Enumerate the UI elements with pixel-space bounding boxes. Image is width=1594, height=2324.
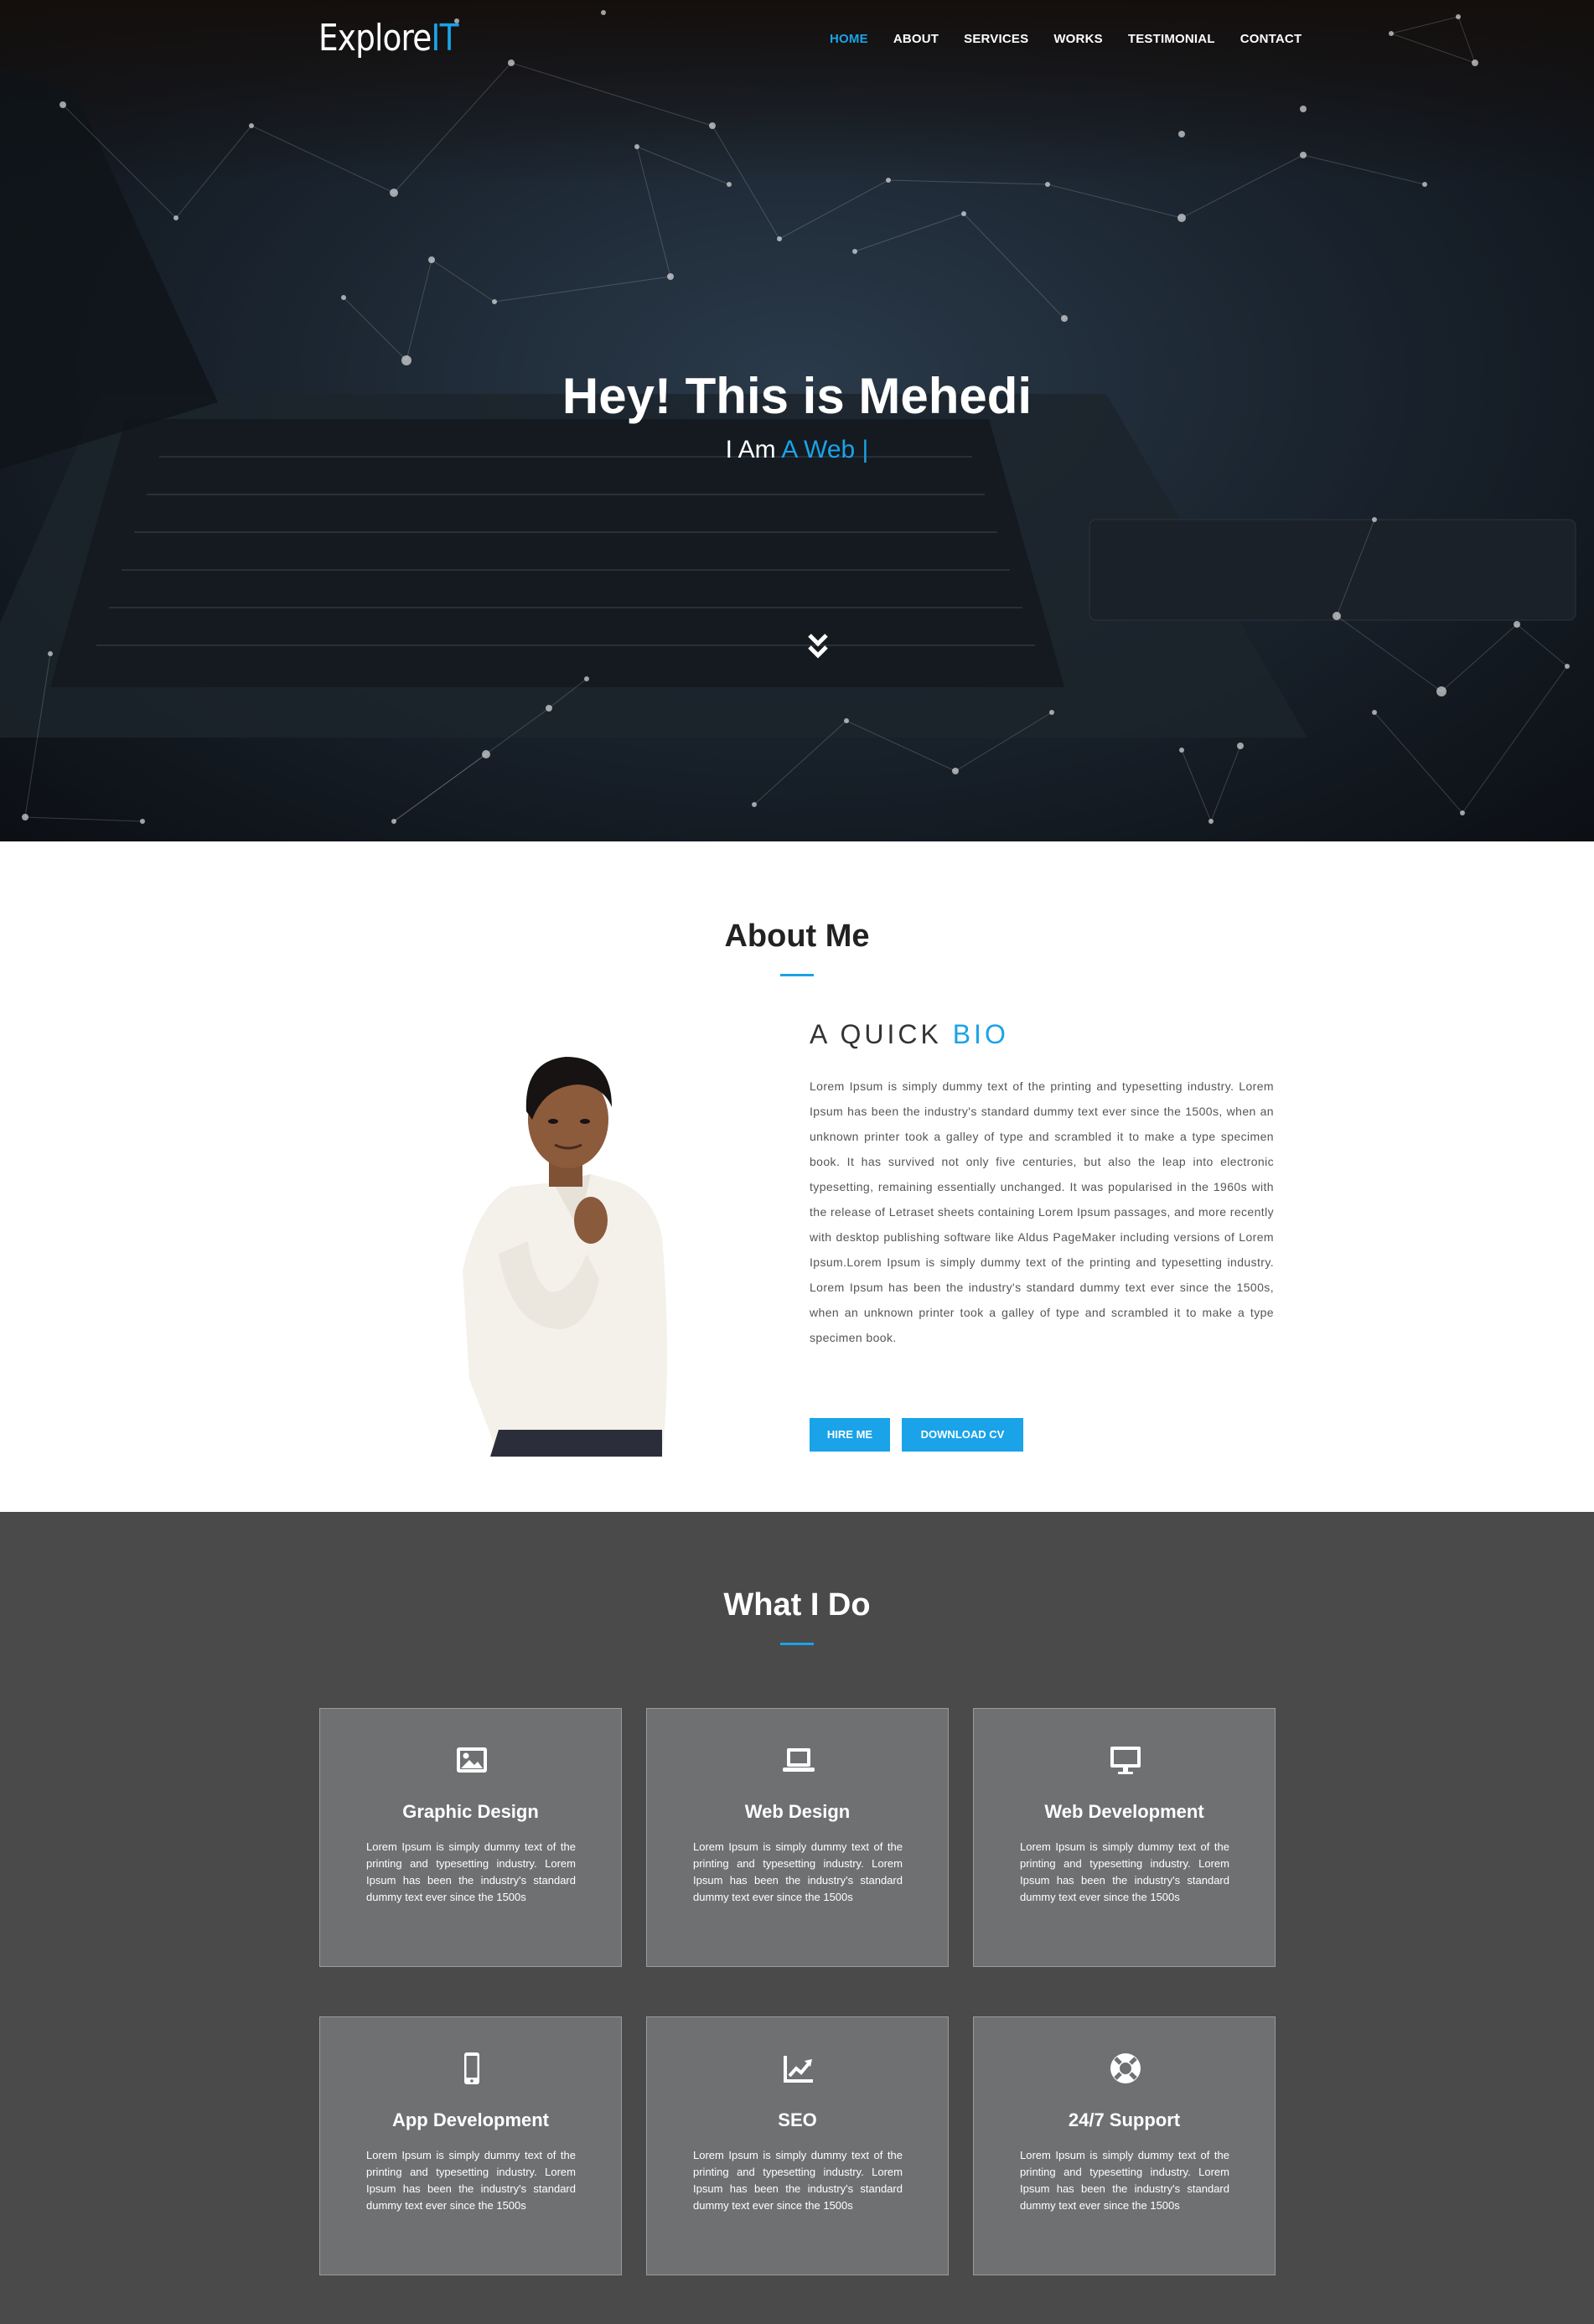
service-title: Graphic Design	[402, 1801, 539, 1822]
services-title: What I Do	[723, 1587, 871, 1623]
service-title: Web Development	[1044, 1801, 1204, 1822]
service-description: Lorem Ipsum is simply dummy text of the …	[366, 1840, 576, 1903]
bio-heading-accent: BIO	[952, 1019, 1009, 1049]
double-chevron-down-icon[interactable]	[807, 633, 829, 661]
service-title: App Development	[391, 2109, 550, 2130]
service-title: Web Design	[744, 1801, 851, 1822]
about-section: About Me A QUICK BIO Lorem Ipsum is simp…	[0, 841, 1594, 1512]
mobile-icon	[464, 2052, 479, 2084]
bio-paragraph: Lorem Ipsum is simply dummy text of the …	[810, 1079, 1274, 1344]
nav-testimonial[interactable]: TESTIMONIAL	[1128, 32, 1215, 46]
hero-title: Hey! This is Mehedi	[562, 368, 1032, 424]
service-card-web-design[interactable]: Web Design Lorem Ipsum is simply dummy t…	[646, 1708, 949, 1967]
services-title-underline	[780, 1643, 814, 1645]
service-description: Lorem Ipsum is simply dummy text of the …	[1020, 1840, 1229, 1903]
about-title: About Me	[724, 919, 870, 954]
site-logo[interactable]: ExploreIT	[318, 17, 458, 60]
profile-photo	[463, 1057, 667, 1457]
service-description: Lorem Ipsum is simply dummy text of the …	[1020, 2149, 1229, 2212]
about-title-underline	[780, 974, 814, 976]
nav-services[interactable]: SERVICES	[964, 32, 1028, 46]
service-card-app-development[interactable]: App Development Lorem Ipsum is simply du…	[319, 2016, 622, 2275]
image-icon	[457, 1747, 487, 1773]
service-card-graphic-design[interactable]: Graphic Design Lorem Ipsum is simply dum…	[319, 1708, 622, 1967]
hire-me-button[interactable]: HIRE ME	[810, 1418, 890, 1452]
service-description: Lorem Ipsum is simply dummy text of the …	[693, 2149, 903, 2212]
services-section: What I Do Graphic Design Lorem Ipsum is …	[0, 1512, 1594, 2324]
hero-section: ExploreIT HOME ABOUT SERVICES WORKS TEST…	[0, 0, 1594, 841]
service-description: Lorem Ipsum is simply dummy text of the …	[693, 1840, 903, 1903]
bio-heading: A QUICK BIO	[810, 1019, 1009, 1050]
desktop-icon	[1110, 1747, 1141, 1774]
service-card-support[interactable]: 24/7 Support Lorem Ipsum is simply dummy…	[973, 2016, 1276, 2275]
nav-home[interactable]: HOME	[830, 32, 868, 46]
logo-accent-text: IT	[431, 17, 458, 60]
download-cv-button[interactable]: DOWNLOAD CV	[902, 1418, 1023, 1452]
hero-subtitle: I Am A Web |	[0, 436, 1594, 464]
logo-main-text: Explore	[318, 17, 432, 60]
chart-line-icon	[784, 2056, 813, 2083]
laptop-icon	[783, 1748, 815, 1772]
nav-works[interactable]: WORKS	[1053, 32, 1103, 46]
bio-heading-prefix: A QUICK	[810, 1019, 942, 1049]
nav-about[interactable]: ABOUT	[893, 32, 939, 46]
service-title: SEO	[778, 2109, 817, 2130]
main-nav: HOME ABOUT SERVICES WORKS TESTIMONIAL CO…	[830, 32, 1302, 46]
service-title: 24/7 Support	[1068, 2109, 1181, 2130]
service-card-seo[interactable]: SEO Lorem Ipsum is simply dummy text of …	[646, 2016, 949, 2275]
service-card-web-development[interactable]: Web Development Lorem Ipsum is simply du…	[973, 1708, 1276, 1967]
service-description: Lorem Ipsum is simply dummy text of the …	[366, 2149, 576, 2212]
lifebuoy-icon	[1110, 2053, 1141, 2083]
nav-contact[interactable]: CONTACT	[1240, 32, 1302, 46]
hero-subtitle-prefix: I Am	[725, 436, 776, 463]
hero-typed-text: A Web |	[781, 436, 869, 463]
